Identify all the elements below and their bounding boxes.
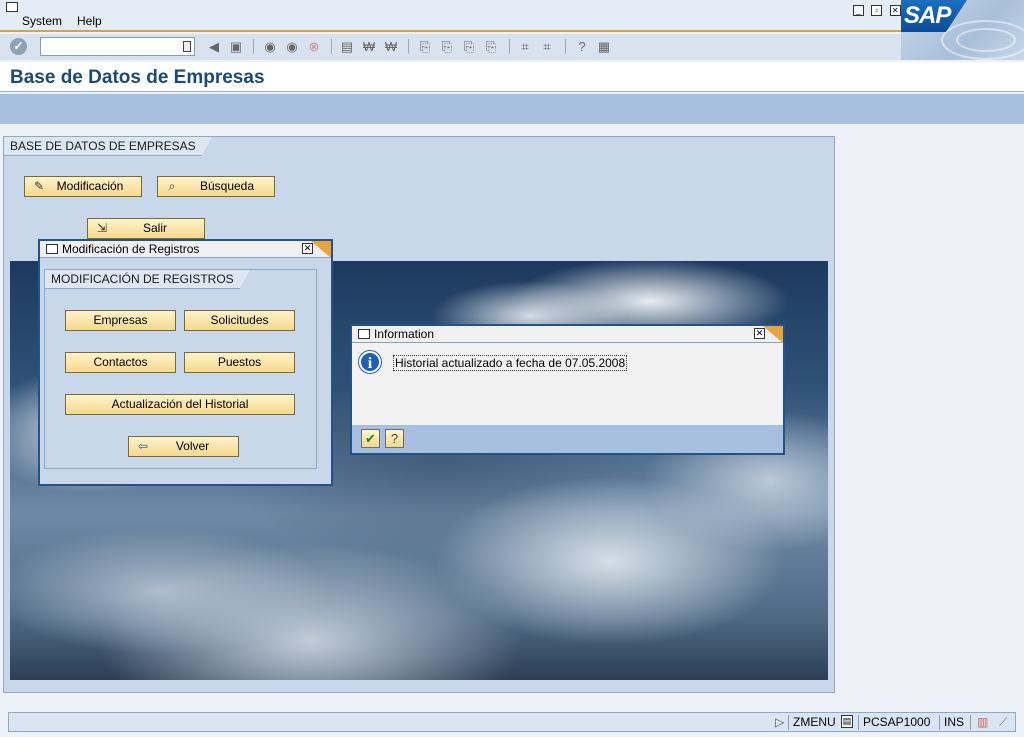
resize-grip-icon[interactable]: ⟋ [999,715,1007,730]
toolbar-separator [408,39,409,54]
help-icon[interactable]: ? [385,429,404,448]
standard-toolbar: ✓ ◀ ▣ ◉ ◉ ⊗ ▤ ₩ ₩ ⎘ ⎘ ⎘ ⎘ ⌗ ⌗ ? ▦ [0,34,901,60]
enter-check-icon[interactable]: ✓ [10,38,27,55]
info-icon: i [359,351,381,373]
toolbar-separator [509,39,510,54]
close-icon[interactable]: ✕ [889,5,901,16]
close-icon[interactable]: ✕ [302,243,313,254]
minimize-icon[interactable]: _ [853,5,864,16]
status-separator [939,715,940,730]
command-dropdown-icon[interactable] [183,41,191,52]
back-arrow-icon[interactable]: ◀ [207,39,221,54]
exit-door-icon: ⇲ [96,221,108,235]
modificacion-button-label: Modificación [56,179,124,193]
save-icon[interactable]: ▣ [229,39,243,54]
modificacion-group-box: MODIFICACIÓN DE REGISTROS Empresas Solic… [44,269,317,469]
status-separator [970,715,971,730]
information-dialog-footer: ✔ ? [352,425,783,453]
status-mode: INS [944,715,965,729]
close-icon[interactable]: ✕ [754,328,765,339]
status-separator [858,715,859,730]
last-page-icon[interactable]: ⎘ [484,39,498,54]
back-icon[interactable]: ◉ [263,39,277,54]
status-bar: ▷ ZMENU ▤ PCSAP1000 INS ▥ ⟋ [8,712,1016,732]
status-expand-icon[interactable]: ▷ [775,715,784,729]
sap-logo: SAP [901,0,1024,60]
status-separator [788,715,789,730]
busqueda-button-label: Búsqueda [199,179,255,193]
search-icon: ⌕ [168,179,176,193]
logo-ripple [956,28,1016,52]
window-menu-icon[interactable] [6,2,18,12]
dialog-window-icon [46,244,58,254]
cancel-icon[interactable]: ⊗ [307,39,321,54]
status-lock-icon: ▥ [977,715,989,729]
modificacion-group-title: MODIFICACIÓN DE REGISTROS [45,270,250,289]
restore-icon[interactable]: ▫ [871,5,883,16]
information-dialog: Information ✕ i Historial actualizado a … [350,324,785,455]
volver-button-label: Volver [175,439,210,453]
solicitudes-button[interactable]: Solicitudes [184,310,295,331]
toolbar-separator [253,39,254,54]
puestos-button[interactable]: Puestos [184,352,295,373]
page-title: Base de Datos de Empresas [10,67,265,88]
edit-icon: ✎ [33,179,45,193]
title-bar: Base de Datos de Empresas [0,62,1024,92]
new-session-icon[interactable]: ⌗ [518,39,532,54]
confirm-check-icon[interactable]: ✔ [361,429,380,448]
busqueda-button[interactable]: ⌕ Búsqueda [157,176,275,197]
application-toolbar [0,94,1024,124]
first-page-icon[interactable]: ⎘ [418,39,432,54]
previous-page-icon[interactable]: ⎘ [440,39,454,54]
volver-button[interactable]: ⇦ Volver [128,436,239,457]
salir-button-label: Salir [142,221,167,235]
toolbar-separator [331,39,332,54]
arrow-left-icon: ⇦ [137,439,149,453]
main-group-title: BASE DE DATOS DE EMPRESAS [4,137,212,156]
status-transaction: ZMENU [793,715,836,729]
menu-system[interactable]: System [22,14,62,28]
layout-menu-icon[interactable]: ▦ [597,39,611,54]
toolbar-separator [565,39,566,54]
contactos-button[interactable]: Contactos [65,352,176,373]
print-icon[interactable]: ▤ [340,39,354,54]
menu-bar: System Help _ ▫ ✕ [0,0,1024,32]
status-server: PCSAP1000 [863,715,931,729]
find-icon[interactable]: ₩ [362,39,376,54]
salir-button[interactable]: ⇲ Salir [87,218,205,239]
information-dialog-title: Information [374,327,435,341]
information-dialog-body: i Historial actualizado a fecha de 07.05… [352,343,783,425]
find-next-icon[interactable]: ₩ [384,39,398,54]
dialog-window-icon [358,329,370,339]
empresas-button[interactable]: Empresas [65,310,176,331]
modificacion-dialog-title: Modificación de Registros [62,242,200,256]
status-system-info-icon[interactable]: ▤ [841,715,853,728]
next-page-icon[interactable]: ⎘ [462,39,476,54]
shortcut-icon[interactable]: ⌗ [540,39,554,54]
modificacion-dialog: Modificación de Registros ✕ MODIFICACIÓN… [38,239,333,486]
window-controls: _ ▫ ✕ [853,2,905,16]
exit-icon[interactable]: ◉ [285,39,299,54]
menu-help[interactable]: Help [77,14,102,28]
actualizacion-historial-button[interactable]: Actualización del Historial [65,394,295,415]
information-dialog-titlebar: Information [352,326,783,343]
command-field[interactable] [40,37,195,56]
modificacion-dialog-titlebar: Modificación de Registros [40,241,331,258]
modificacion-button[interactable]: ✎ Modificación [24,176,142,197]
information-message: Historial actualizado a fecha de 07.05.2… [393,355,628,371]
help-icon[interactable]: ? [575,39,589,54]
